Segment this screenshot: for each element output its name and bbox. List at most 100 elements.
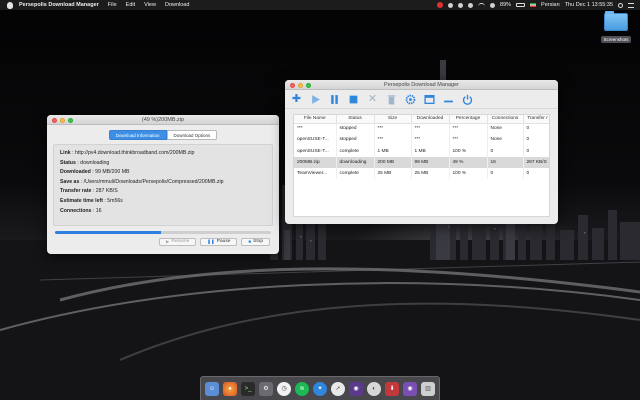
tab-download-options[interactable]: Download Options <box>166 130 218 140</box>
cell-size: *** <box>374 123 412 135</box>
add-link-icon[interactable]: ✚ <box>290 93 303 106</box>
cell-downloaded: *** <box>411 134 450 146</box>
resume-button[interactable]: ▶ Resume <box>158 238 197 246</box>
zoom-button[interactable] <box>68 117 73 123</box>
cell-file-name: TeamViewer... <box>294 168 337 180</box>
cell-status: complete <box>336 145 375 157</box>
remove-icon[interactable]: ✕ <box>366 93 379 106</box>
cell-connections: 0 <box>487 168 524 180</box>
info-status: Status : downloading <box>60 159 110 166</box>
column-header-connections[interactable]: Connections <box>487 115 524 124</box>
cell-downloaded: 99 MB <box>411 156 450 169</box>
status-icon[interactable] <box>448 2 454 8</box>
github-icon[interactable]: ◉ <box>349 381 363 396</box>
persepolis-icon[interactable]: ⬇ <box>385 381 399 396</box>
downloads-table: File Name Status Size Downloaded Percent… <box>293 114 550 217</box>
pause-button[interactable]: ❚❚ Pause <box>200 238 238 246</box>
window-icon[interactable] <box>423 93 436 106</box>
system-preferences-icon[interactable]: ⚙ <box>259 381 273 396</box>
compass-icon[interactable]: ➚ <box>331 381 345 396</box>
desktop-folder-screenshots[interactable]: Screenshots <box>598 11 634 47</box>
cell-size: 25 MB <box>374 168 412 180</box>
menu-bar: Persepolis Download Manager File Edit Vi… <box>0 0 640 10</box>
cell-transfer-rate: 0 <box>523 145 549 157</box>
menu-file[interactable]: File <box>108 2 117 8</box>
table-row[interactable]: TeamViewer... complete 25 MB 25 MB 100 %… <box>294 168 549 180</box>
cell-status: complete <box>336 168 375 180</box>
minimize-button[interactable] <box>60 117 65 123</box>
resume-icon[interactable] <box>309 93 322 106</box>
firefox-icon[interactable]: ● <box>223 381 237 396</box>
table-row[interactable]: *** stopped *** *** *** None 0 <box>294 123 549 135</box>
stop-button[interactable]: ■ Stop <box>241 238 270 246</box>
table-row-selected[interactable]: 200MB.zip downloading 200 MB 99 MB 49 % … <box>294 156 549 169</box>
battery-icon[interactable] <box>516 3 526 7</box>
notification-center-icon[interactable] <box>628 2 634 8</box>
spotlight-search-icon[interactable] <box>618 2 623 8</box>
terminal-icon[interactable]: >_ <box>241 381 255 396</box>
app-icon[interactable]: ◐ <box>367 381 381 396</box>
close-button[interactable] <box>290 82 295 88</box>
clock-icon[interactable]: ◷ <box>277 381 291 396</box>
progress-window-title: (49 %)200MB.zip <box>141 117 185 123</box>
cell-file-name: openSUSE-T... <box>294 134 337 146</box>
cell-file-name: 200MB.zip <box>294 156 337 169</box>
finder-icon[interactable]: ☺ <box>205 381 219 396</box>
column-header-percentage[interactable]: Percentage <box>449 115 488 124</box>
column-header-status[interactable]: Status <box>336 115 375 124</box>
info-link: Link : http://pv4.download.thinkbroadban… <box>60 150 195 156</box>
main-window-title: Persepolis Download Manager <box>384 82 459 88</box>
cell-percentage: *** <box>449 134 488 146</box>
persepolis-tray-icon[interactable] <box>437 2 444 8</box>
cell-size: *** <box>374 134 412 146</box>
spotify-icon[interactable]: ≋ <box>295 381 309 396</box>
table-row[interactable]: openSUSE-T... stopped *** *** *** None 0 <box>294 134 549 146</box>
clock[interactable]: Thu Dec 1 13:55:35 <box>565 2 613 8</box>
table-row[interactable]: openSUSE-T... complete 1 MB 1 MB 100 % 0… <box>294 145 549 157</box>
toolbar: ✚ ✕ <box>285 90 558 109</box>
cell-downloaded: 1 MB <box>411 145 450 157</box>
cell-downloaded: *** <box>411 123 450 135</box>
column-header-file-name[interactable]: File Name <box>294 115 337 124</box>
minimize-to-tray-icon[interactable] <box>442 93 455 106</box>
close-button[interactable] <box>52 117 57 123</box>
trash-icon[interactable]: ▥ <box>421 381 435 396</box>
info-transfer-rate: Transfer rate : 287 KB/S <box>60 188 118 195</box>
cell-transfer-rate: 0 <box>523 134 549 146</box>
menu-download[interactable]: Download <box>165 2 189 8</box>
stop-icon: ■ <box>248 239 252 244</box>
menu-edit[interactable]: Edit <box>126 2 135 8</box>
input-source-flag-icon[interactable] <box>530 3 537 7</box>
tab-download-information[interactable]: Download Information <box>108 130 167 140</box>
column-header-downloaded[interactable]: Downloaded <box>411 115 450 124</box>
cell-connections: None <box>487 123 524 135</box>
progress-window-titlebar[interactable]: (49 %)200MB.zip <box>47 115 279 125</box>
time-machine-icon[interactable] <box>468 2 474 8</box>
cell-percentage: *** <box>449 123 488 135</box>
github-desktop-icon[interactable]: ◉ <box>403 381 417 396</box>
menu-app-name[interactable]: Persepolis Download Manager <box>19 2 99 8</box>
input-source[interactable]: Persian <box>541 2 560 8</box>
main-window-titlebar[interactable]: Persepolis Download Manager <box>285 80 558 90</box>
zoom-button[interactable] <box>306 82 311 88</box>
volume-icon[interactable] <box>490 2 496 8</box>
wifi-icon[interactable] <box>478 2 486 8</box>
apple-logo-icon[interactable] <box>7 1 13 9</box>
settings-gear-icon[interactable] <box>404 93 417 106</box>
cell-percentage: 100 % <box>449 168 488 180</box>
cell-size: 1 MB <box>374 145 412 157</box>
play-icon: ▶ <box>165 239 170 244</box>
pause-icon[interactable] <box>328 93 341 106</box>
minimize-button[interactable] <box>298 82 303 88</box>
menu-view[interactable]: View <box>144 2 156 8</box>
cell-file-name: openSUSE-T... <box>294 145 337 157</box>
power-icon[interactable] <box>461 93 474 106</box>
column-header-size[interactable]: Size <box>374 115 412 124</box>
bluetooth-icon[interactable] <box>458 2 464 8</box>
delete-trash-icon[interactable] <box>385 93 398 106</box>
cell-percentage: 100 % <box>449 145 488 157</box>
column-header-transfer-rate[interactable]: Transfer r <box>523 115 549 124</box>
stop-icon[interactable] <box>347 93 360 106</box>
safari-icon[interactable]: ✦ <box>313 381 327 396</box>
battery-percent[interactable]: 89% <box>500 2 511 8</box>
